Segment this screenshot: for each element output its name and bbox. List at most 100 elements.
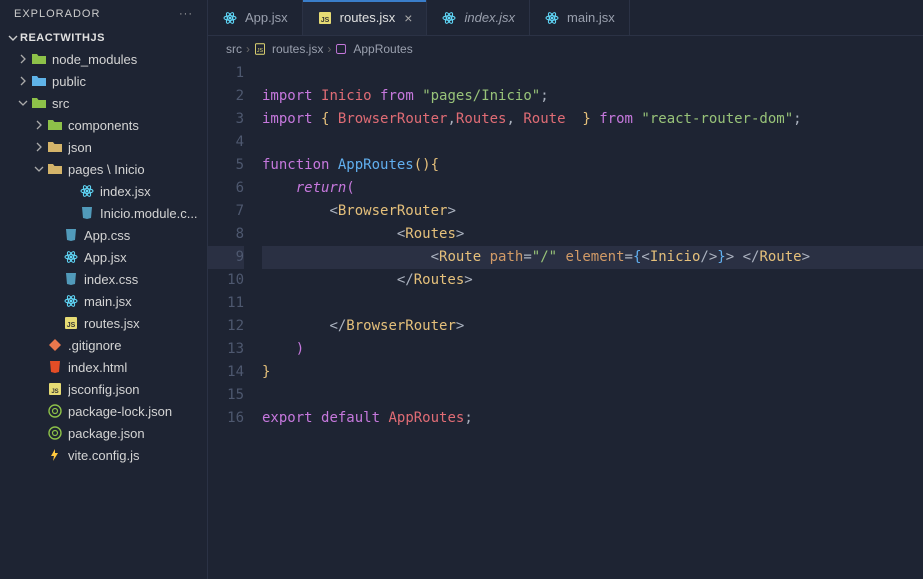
file-item[interactable]: .gitignore [0,334,207,356]
tree-item-label: public [52,74,86,89]
code-line[interactable]: export default AppRoutes; [262,407,923,430]
chevron-down-icon [16,98,30,108]
react-icon [78,183,96,199]
breadcrumb-item[interactable]: src [226,42,242,56]
react-icon [441,10,457,26]
chevron-right-icon: › [246,42,250,56]
code-line[interactable]: <BrowserRouter> [262,200,923,223]
project-header[interactable]: REACTWITHJS [0,28,207,48]
tree-item-label: json [68,140,92,155]
chevron-down-icon [32,164,46,174]
editor-tab[interactable]: main.jsx [530,0,630,35]
file-item[interactable]: Inicio.module.c... [0,202,207,224]
folder-item[interactable]: src [0,92,207,114]
folder-item[interactable]: components [0,114,207,136]
js-icon: JS [317,10,333,26]
close-icon[interactable]: × [404,10,412,26]
code-line[interactable]: <Route path="/" element={<Inicio/>}> </R… [262,246,923,269]
json-js-icon: JS [46,381,64,397]
folder-blue-icon [30,73,48,89]
js-icon: JS [62,315,80,331]
chevron-right-icon [16,54,30,64]
folder-green-icon [30,51,48,67]
file-item[interactable]: App.css [0,224,207,246]
folder-item[interactable]: node_modules [0,48,207,70]
git-icon [46,337,64,353]
line-number: 1 [208,62,244,85]
editor-tab[interactable]: index.jsx [427,0,530,35]
breadcrumb-item[interactable]: routes.jsx [272,42,323,56]
file-item[interactable]: package-lock.json [0,400,207,422]
vite-icon [46,447,64,463]
tree-item-label: jsconfig.json [68,382,140,397]
react-icon [62,249,80,265]
code-line[interactable]: import { BrowserRouter,Routes, Route } f… [262,108,923,131]
editor-main: App.jsxJSroutes.jsx×index.jsxmain.jsx sr… [208,0,923,579]
explorer-title: EXPLORADOR [14,8,100,20]
code-line[interactable]: function AppRoutes(){ [262,154,923,177]
folder-yellow-icon [46,161,64,177]
tree-item-label: main.jsx [84,294,132,309]
tree-item-label: vite.config.js [68,448,140,463]
line-number: 2 [208,85,244,108]
json-icon [46,403,64,419]
svg-text:JS: JS [51,389,58,395]
tab-label: main.jsx [567,10,615,25]
react-icon [62,293,80,309]
line-number: 7 [208,200,244,223]
function-icon [335,43,347,55]
line-number: 8 [208,223,244,246]
code-line[interactable] [262,131,923,154]
code-line[interactable]: } [262,361,923,384]
chevron-right-icon [32,120,46,130]
code-line[interactable]: </Routes> [262,269,923,292]
explorer-header: EXPLORADOR ··· [0,0,207,28]
code-line[interactable] [262,62,923,85]
code-line[interactable]: </BrowserRouter> [262,315,923,338]
code-line[interactable] [262,292,923,315]
code-content[interactable]: import Inicio from "pages/Inicio";import… [262,62,923,579]
tree-item-label: Inicio.module.c... [100,206,198,221]
css-icon [78,205,96,221]
line-number: 13 [208,338,244,361]
editor-tab[interactable]: JSroutes.jsx× [303,0,428,35]
line-gutter: 12345678910111213141516 [208,62,262,579]
json-icon [46,425,64,441]
tree-item-label: package.json [68,426,145,441]
file-item[interactable]: main.jsx [0,290,207,312]
file-item[interactable]: App.jsx [0,246,207,268]
code-line[interactable]: return( [262,177,923,200]
more-icon[interactable]: ··· [179,8,193,20]
css-icon [62,227,80,243]
tree-item-label: components [68,118,139,133]
tree-item-label: package-lock.json [68,404,172,419]
tree-item-label: node_modules [52,52,137,67]
tree-item-label: pages \ Inicio [68,162,145,177]
file-item[interactable]: index.css [0,268,207,290]
folder-green-icon [46,117,64,133]
css-icon [62,271,80,287]
file-item[interactable]: JSroutes.jsx [0,312,207,334]
file-item[interactable]: index.jsx [0,180,207,202]
folder-item[interactable]: pages \ Inicio [0,158,207,180]
react-icon [222,10,238,26]
editor-tab[interactable]: App.jsx [208,0,303,35]
breadcrumb-item[interactable]: AppRoutes [353,42,412,56]
folder-item[interactable]: json [0,136,207,158]
tab-label: App.jsx [245,10,288,25]
chevron-right-icon: › [327,42,331,56]
file-item[interactable]: index.html [0,356,207,378]
folder-item[interactable]: public [0,70,207,92]
code-line[interactable]: ) [262,338,923,361]
file-item[interactable]: package.json [0,422,207,444]
code-editor[interactable]: 12345678910111213141516 import Inicio fr… [208,62,923,579]
file-item[interactable]: vite.config.js [0,444,207,466]
file-item[interactable]: JS jsconfig.json [0,378,207,400]
code-line[interactable]: <Routes> [262,223,923,246]
code-line[interactable] [262,384,923,407]
line-number: 6 [208,177,244,200]
line-number: 15 [208,384,244,407]
code-line[interactable]: import Inicio from "pages/Inicio"; [262,85,923,108]
line-number: 5 [208,154,244,177]
svg-text:JS: JS [67,322,76,329]
